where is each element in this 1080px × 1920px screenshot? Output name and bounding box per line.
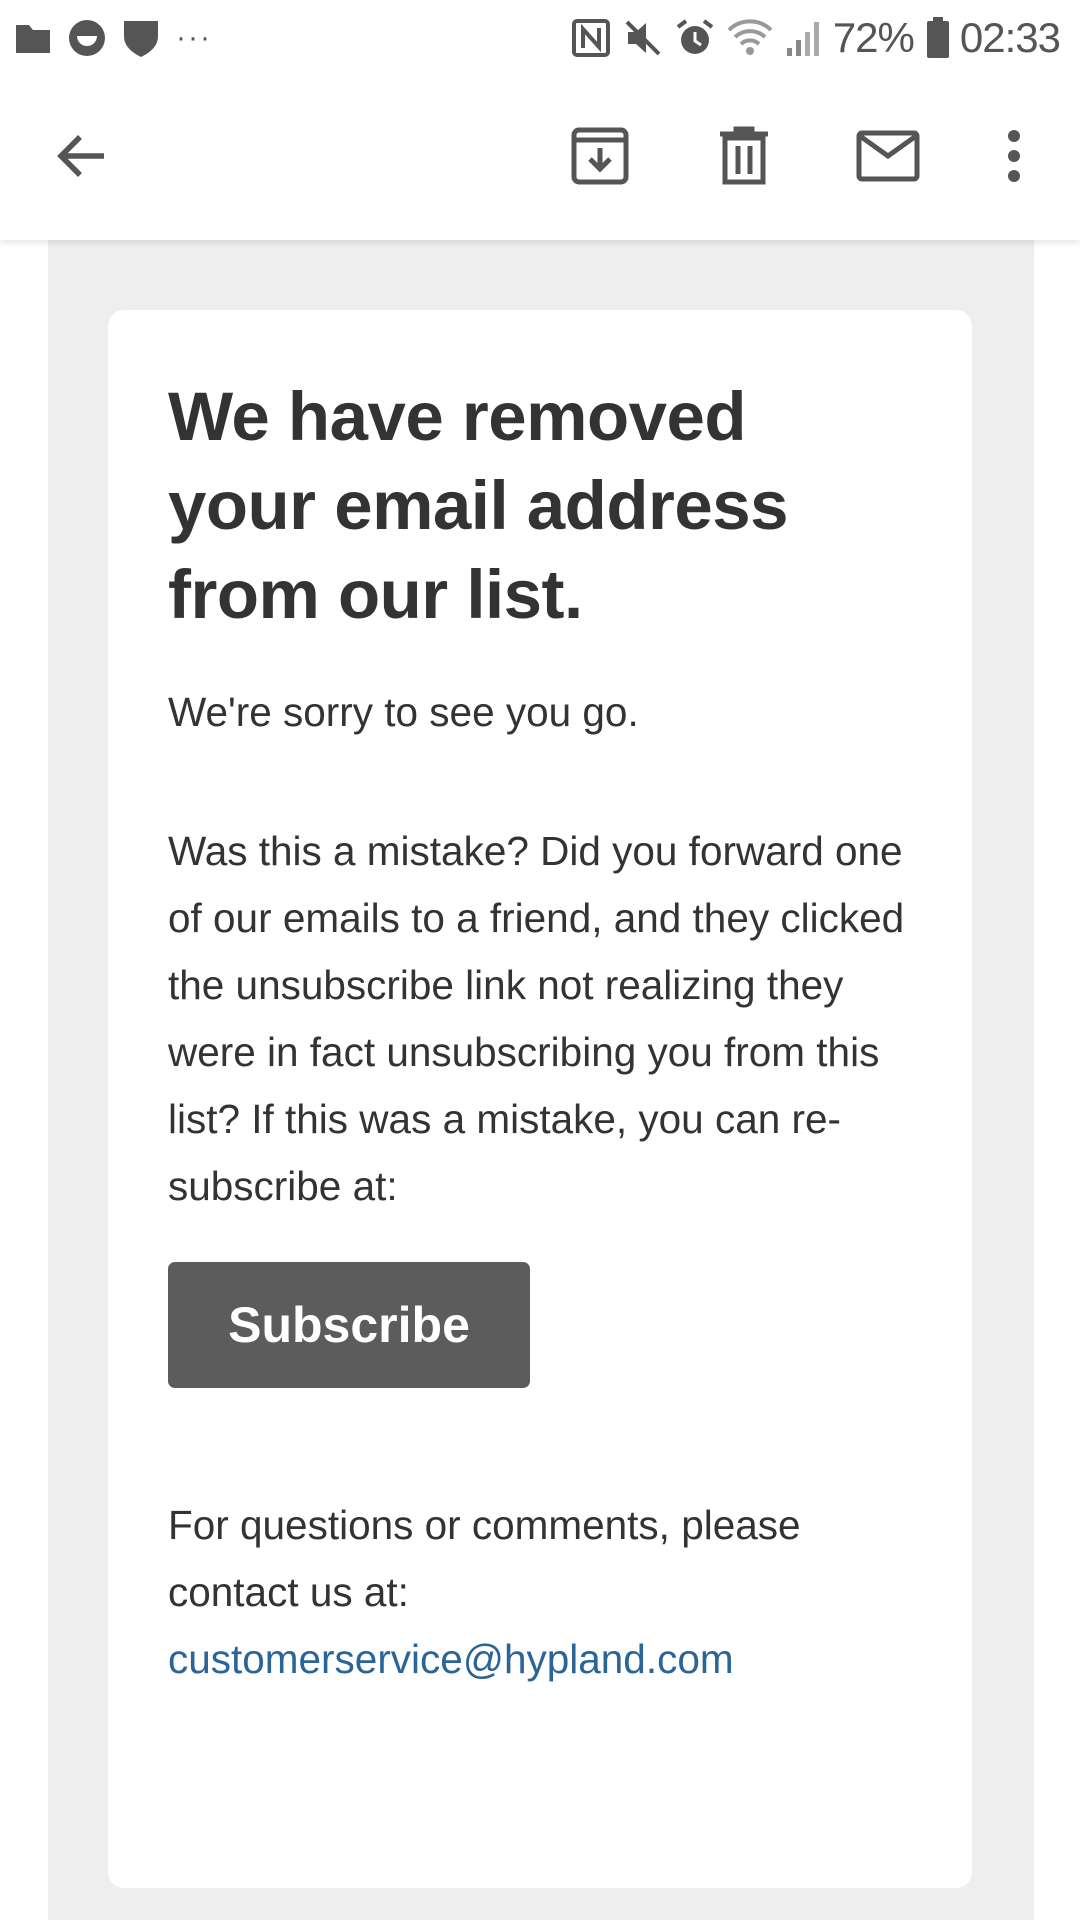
subscribe-button[interactable]: Subscribe (168, 1262, 530, 1388)
more-notifications-icon: ··· (176, 21, 212, 54)
arrow-back-icon (54, 128, 110, 189)
contact-paragraph: For questions or comments, please contac… (168, 1492, 912, 1693)
mail-icon (856, 130, 920, 187)
signal-icon (785, 18, 823, 58)
more-vert-icon (1006, 128, 1022, 189)
email-body[interactable]: We have removed your email address from … (0, 240, 1080, 1920)
folder-icon (14, 21, 52, 55)
shield-icon (122, 18, 160, 58)
archive-icon (570, 126, 630, 191)
email-card: We have removed your email address from … (108, 310, 972, 1888)
trash-icon (718, 126, 770, 191)
contact-text: For questions or comments, please contac… (168, 1502, 801, 1615)
face-icon (68, 19, 106, 57)
email-background: We have removed your email address from … (48, 240, 1034, 1920)
status-bar: ··· 72% 02:33 (0, 0, 1080, 76)
more-options-button[interactable] (970, 114, 1058, 202)
email-headline: We have removed your email address from … (168, 378, 788, 633)
battery-percent: 72% (832, 14, 915, 61)
mute-icon (623, 18, 663, 58)
status-left-icons: ··· (14, 14, 228, 62)
clock: 02:33 (959, 14, 1061, 61)
archive-button[interactable] (556, 114, 644, 202)
mistake-text: Was this a mistake? Did you forward one … (168, 828, 905, 1209)
battery-icon (926, 17, 950, 59)
sorry-text: We're sorry to see you go. (168, 689, 639, 735)
nfc-icon (571, 18, 611, 58)
alarm-icon (675, 18, 715, 58)
email-toolbar (0, 76, 1080, 240)
delete-button[interactable] (700, 114, 788, 202)
status-right-icons: 72% 02:33 (559, 12, 1061, 64)
wifi-icon (727, 18, 773, 58)
mark-unread-button[interactable] (844, 114, 932, 202)
back-button[interactable] (38, 114, 126, 202)
contact-email-link[interactable]: customerservice@hypland.com (168, 1636, 734, 1682)
